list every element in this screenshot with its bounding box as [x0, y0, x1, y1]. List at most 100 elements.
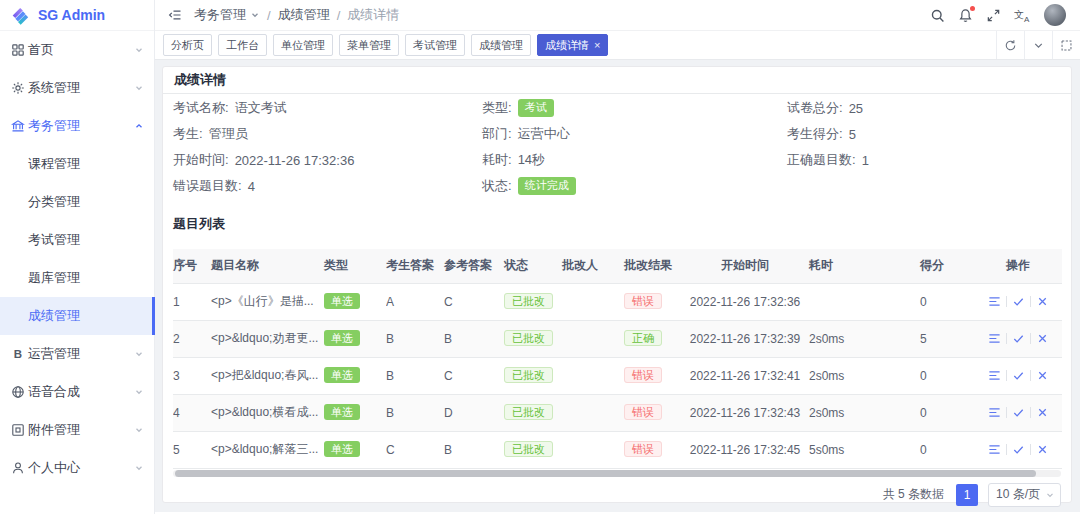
sidebar-item-profile[interactable]: 个人中心 [0, 449, 154, 487]
sidebar-item-speech[interactable]: 语音合成 [0, 373, 154, 411]
approve-icon[interactable] [1012, 332, 1025, 345]
notification-bell-icon[interactable] [958, 8, 973, 23]
field-value: 25 [849, 101, 863, 116]
tabs: 分析页工作台单位管理菜单管理考试管理成绩管理成绩详情× [155, 31, 996, 59]
cell-grader [562, 431, 624, 468]
cell-student-answer: B [386, 357, 444, 394]
cell-type: 单选 [324, 357, 386, 394]
view-detail-icon[interactable] [988, 332, 1001, 345]
pagination-page-1[interactable]: 1 [956, 484, 978, 506]
breadcrumb-item[interactable]: 成绩管理 [278, 6, 330, 24]
delete-icon[interactable] [1036, 295, 1049, 308]
cell-result: 错误 [624, 431, 681, 468]
tab-分析页[interactable]: 分析页 [163, 34, 212, 56]
tab-菜单管理[interactable]: 菜单管理 [339, 34, 399, 56]
field-label: 试卷总分: [787, 99, 843, 117]
cell-type: 单选 [324, 320, 386, 357]
fullscreen-icon[interactable] [986, 8, 1001, 23]
pagination: 共 5 条数据 1 10 条/页 [173, 483, 1061, 507]
horizontal-scrollbar[interactable] [173, 470, 1061, 477]
view-detail-icon[interactable] [988, 369, 1001, 382]
field-label: 状态: [482, 177, 512, 195]
question-row: 5<p>&ldquo;解落三...单选CB已批改错误2022-11-26 17:… [173, 431, 1062, 468]
sidebar-item-operation[interactable]: B运营管理 [0, 335, 154, 373]
view-detail-icon[interactable] [988, 406, 1001, 419]
sidebar-item-category[interactable]: 分类管理 [0, 183, 154, 221]
cell-start-time: 2022-11-26 17:32:41 [681, 357, 809, 394]
question-row: 1<p>《山行》是描...单选AC已批改错误2022-11-26 17:32:3… [173, 283, 1062, 320]
cell-no: 3 [173, 357, 211, 394]
cell-duration: 2s0ms [809, 394, 906, 431]
tab-单位管理[interactable]: 单位管理 [273, 34, 333, 56]
avatar[interactable] [1044, 4, 1066, 26]
tab-成绩详情[interactable]: 成绩详情× [537, 34, 608, 56]
sidebar-menu: 首页系统管理考务管理课程管理分类管理考试管理题库管理成绩管理B运营管理语音合成附… [0, 31, 154, 487]
tabs-actions [996, 31, 1080, 59]
tab-close-icon[interactable]: × [594, 39, 600, 51]
refresh-icon[interactable] [996, 31, 1024, 59]
field-label: 正确题目数: [787, 151, 856, 169]
breadcrumb-item: 成绩详情 [347, 6, 399, 24]
approve-icon[interactable] [1012, 295, 1025, 308]
tab-考试管理[interactable]: 考试管理 [405, 34, 465, 56]
sidebar-item-attachment[interactable]: 附件管理 [0, 411, 154, 449]
sidebar-collapse-icon[interactable] [168, 8, 182, 22]
approve-icon[interactable] [1012, 443, 1025, 456]
brand-name: SG Admin [38, 7, 105, 23]
sidebar-item-course[interactable]: 课程管理 [0, 145, 154, 183]
globe-icon [11, 385, 25, 399]
view-detail-icon[interactable] [988, 295, 1001, 308]
content: 成绩详情 考试名称:语文考试类型:考试试卷总分:25考生:管理员部门:运营中心考… [155, 60, 1080, 512]
svg-text:文: 文 [1014, 9, 1024, 20]
divider [1006, 407, 1007, 418]
detail-fields: 考试名称:语文考试类型:考试试卷总分:25考生:管理员部门:运营中心考生得分:5… [173, 94, 1061, 199]
tabs-menu-chevron-icon[interactable] [1024, 31, 1052, 59]
divider [1030, 296, 1031, 307]
sidebar-item-home[interactable]: 首页 [0, 31, 154, 69]
grid-icon [11, 43, 25, 57]
scrollbar-thumb[interactable] [175, 470, 1036, 477]
cell-score: 5 [906, 320, 974, 357]
cell-status: 已批改 [504, 394, 562, 431]
field-label: 部门: [482, 125, 512, 143]
cell-grader [562, 394, 624, 431]
sidebar-item-question-bank[interactable]: 题库管理 [0, 259, 154, 297]
delete-icon[interactable] [1036, 332, 1049, 345]
cell-student-answer: B [386, 394, 444, 431]
svg-text:A: A [1024, 15, 1030, 23]
cell-status: 已批改 [504, 283, 562, 320]
cell-result: 错误 [624, 357, 681, 394]
brand[interactable]: SG Admin [0, 0, 154, 31]
search-icon[interactable] [930, 8, 945, 23]
attachment-icon [11, 423, 25, 437]
chevron-up-icon [134, 121, 144, 131]
sidebar-item-exam-affairs[interactable]: 考务管理 [0, 107, 154, 145]
page-size-select[interactable]: 10 条/页 [988, 483, 1061, 507]
cell-start-time: 2022-11-26 17:32:45 [681, 431, 809, 468]
detail-field: 状态:统计完成 [482, 177, 787, 195]
breadcrumb-separator: / [267, 8, 271, 23]
delete-icon[interactable] [1036, 443, 1049, 456]
expand-view-icon[interactable] [1052, 31, 1080, 59]
tab-成绩管理[interactable]: 成绩管理 [471, 34, 531, 56]
cell-grader [562, 283, 624, 320]
delete-icon[interactable] [1036, 406, 1049, 419]
field-value: 1 [862, 153, 869, 168]
sidebar-item-system[interactable]: 系统管理 [0, 69, 154, 107]
sidebar-item-score[interactable]: 成绩管理 [0, 297, 154, 335]
field-label: 开始时间: [173, 151, 229, 169]
brand-logo-icon [11, 5, 31, 25]
result-badge: 正确 [624, 330, 662, 346]
view-detail-icon[interactable] [988, 443, 1001, 456]
sidebar-item-exam[interactable]: 考试管理 [0, 221, 154, 259]
field-label: 错误题目数: [173, 177, 242, 195]
approve-icon[interactable] [1012, 369, 1025, 382]
tab-工作台[interactable]: 工作台 [218, 34, 267, 56]
breadcrumb-item[interactable]: 考务管理 [194, 6, 260, 24]
app: SG Admin 首页系统管理考务管理课程管理分类管理考试管理题库管理成绩管理B… [0, 0, 1080, 514]
language-switch-icon[interactable]: 文A [1014, 8, 1031, 23]
approve-icon[interactable] [1012, 406, 1025, 419]
chevron-down-icon [134, 83, 144, 93]
delete-icon[interactable] [1036, 369, 1049, 382]
cell-question-name: <p>把&ldquo;春风... [211, 357, 324, 394]
